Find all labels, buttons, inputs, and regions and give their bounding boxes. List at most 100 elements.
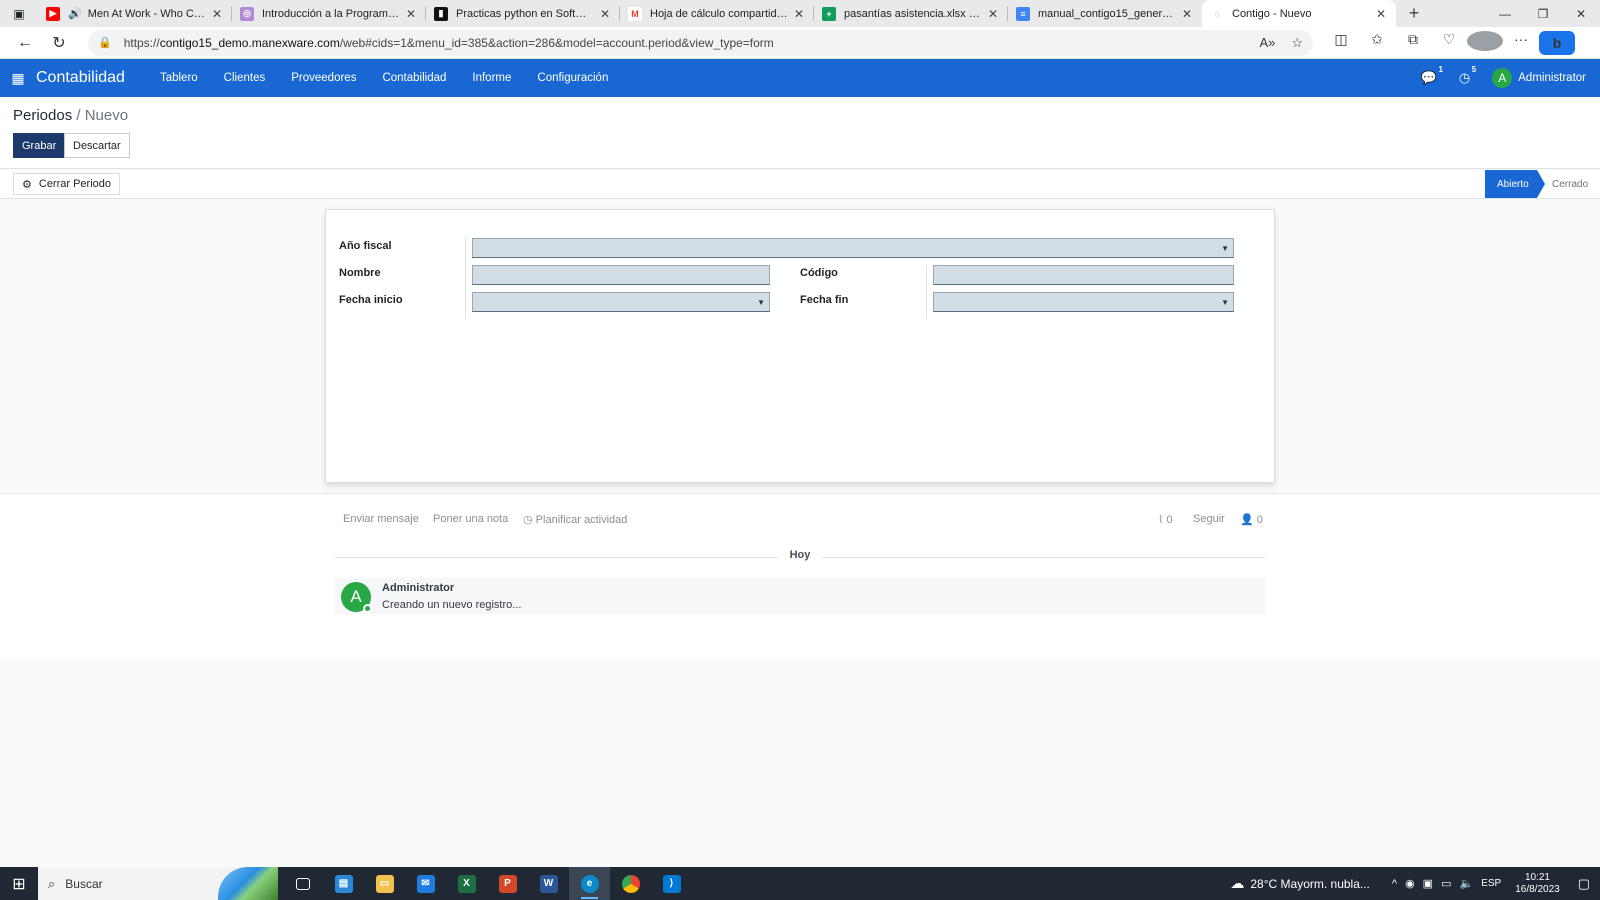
cloud-icon: ☁	[1230, 875, 1245, 891]
back-icon[interactable]: ←	[8, 29, 42, 57]
menu-tablero[interactable]: Tablero	[147, 72, 211, 84]
browser-tab[interactable]: M Hoja de cálculo compartida cont ✕	[620, 0, 814, 27]
notifications-icon[interactable]: ▢	[1578, 876, 1590, 892]
close-tab-icon[interactable]: ✕	[598, 7, 612, 21]
schedule-activity-button[interactable]: ◷ Planificar actividad	[523, 513, 627, 526]
menu-configuracion[interactable]: Configuración	[524, 72, 621, 84]
form-statusbar: ⚙ Cerrar Periodo Abierto Cerrado	[0, 170, 1600, 199]
browser-tab[interactable]: + pasantías asistencia.xlsx - Hojas ✕	[814, 0, 1008, 27]
close-tab-icon[interactable]: ✕	[1180, 7, 1194, 21]
messages-icon[interactable]: 💬 1	[1421, 65, 1443, 86]
lock-icon[interactable]: 🔒	[98, 36, 112, 49]
store-icon[interactable]: ▤	[323, 867, 364, 900]
browser-essentials-icon[interactable]: ♡	[1431, 31, 1467, 55]
log-note-button[interactable]: Poner una nota	[433, 513, 508, 525]
close-window-icon[interactable]: ✕	[1562, 0, 1600, 27]
read-aloud-icon[interactable]: A»	[1259, 35, 1275, 50]
network-icon[interactable]: ▭	[1441, 877, 1451, 890]
fiscal-year-label: Año fiscal	[339, 240, 392, 252]
chevron-down-icon: ▼	[1221, 298, 1229, 307]
volume-icon[interactable]: 🔈	[1459, 877, 1473, 890]
minimize-icon[interactable]: —	[1486, 0, 1524, 27]
gear-icon: ⚙	[22, 178, 32, 191]
speaker-icon[interactable]: 🔊	[68, 7, 82, 20]
code-field[interactable]	[933, 265, 1234, 285]
send-message-button[interactable]: Enviar mensaje	[343, 513, 419, 525]
attachments-button[interactable]: ⌇ 0	[1158, 513, 1173, 526]
favorites-icon[interactable]: ✩	[1359, 31, 1395, 55]
control-panel: Periodos / Nuevo Grabar Descartar	[0, 97, 1600, 169]
antivirus-icon[interactable]: ▣	[1423, 877, 1433, 890]
excel-icon[interactable]: X	[446, 867, 487, 900]
weather-widget[interactable]: ☁ 28°C Mayorm. nubla...	[1230, 875, 1370, 892]
app-title[interactable]: Contabilidad	[36, 69, 125, 87]
form-sheet: Año fiscal ▼ Nombre Código Fecha inicio …	[325, 209, 1275, 483]
browser-tab[interactable]: ▮ Practicas python en Software Pr ✕	[426, 0, 620, 27]
search-highlight-image	[218, 867, 278, 900]
task-view-icon[interactable]	[282, 867, 323, 900]
apps-grid-icon[interactable]: ▦	[0, 70, 36, 87]
close-tab-icon[interactable]: ✕	[404, 7, 418, 21]
follow-button[interactable]: Seguir	[1193, 513, 1225, 525]
windows-start-icon[interactable]: ⊞	[0, 874, 38, 894]
code-label: Código	[800, 267, 838, 279]
menu-contabilidad[interactable]: Contabilidad	[369, 72, 459, 84]
fiscal-year-select[interactable]: ▼	[472, 238, 1234, 258]
close-period-button[interactable]: ⚙ Cerrar Periodo	[13, 173, 121, 195]
address-bar-row: ← ↻ 🔒 https://contigo15_demo.manexware.c…	[0, 27, 1600, 59]
gmail-icon: M	[628, 6, 642, 21]
name-field[interactable]	[472, 265, 770, 285]
bing-icon[interactable]: b	[1539, 30, 1575, 55]
save-button[interactable]: Grabar	[13, 133, 66, 158]
chatter-message: A Administrator Creando un nuevo registr…	[335, 578, 1265, 614]
chevron-down-icon: ▼	[757, 298, 765, 307]
menu-informe[interactable]: Informe	[459, 72, 524, 84]
stage-open[interactable]: Abierto	[1485, 170, 1545, 198]
vscode-icon[interactable]: ⟩	[651, 867, 692, 900]
sheets-icon: +	[822, 6, 836, 21]
date-start-field[interactable]: ▼	[472, 292, 770, 312]
restore-icon[interactable]: ❐	[1524, 0, 1562, 27]
collections-icon[interactable]: ⧉	[1395, 31, 1431, 55]
mail-icon[interactable]: ✉	[405, 867, 446, 900]
followers-button[interactable]: 👤 0	[1240, 513, 1263, 526]
message-body: Creando un nuevo registro...	[382, 599, 522, 611]
tab-actions-icon[interactable]: ▣	[0, 0, 38, 27]
menu-proveedores[interactable]: Proveedores	[278, 72, 369, 84]
split-screen-icon[interactable]: ◫	[1323, 31, 1359, 55]
browser-tab-active[interactable]: ◌ Contigo - Nuevo ✕	[1202, 0, 1396, 27]
close-tab-icon[interactable]: ✕	[792, 7, 806, 21]
url-input[interactable]: 🔒 https://contigo15_demo.manexware.com/w…	[88, 29, 1313, 56]
browser-tab[interactable]: ≡ manual_contigo15_general.docx ✕	[1008, 0, 1202, 27]
message-author[interactable]: Administrator	[382, 582, 454, 594]
discard-button[interactable]: Descartar	[64, 133, 130, 158]
chrome-icon[interactable]	[610, 867, 651, 900]
browser-tab[interactable]: ▶ 🔊 Men At Work - Who Can It ✕	[38, 0, 232, 27]
date-end-field[interactable]: ▼	[933, 292, 1234, 312]
chevron-up-icon[interactable]: ^	[1392, 878, 1397, 890]
favorite-star-icon[interactable]: ☆	[1291, 35, 1303, 51]
youtube-icon: ▶	[46, 6, 60, 21]
breadcrumb-parent[interactable]: Periodos	[13, 107, 72, 124]
user-menu[interactable]: A Administrator	[1492, 68, 1586, 88]
activities-icon[interactable]: ◷ 5	[1459, 65, 1476, 86]
clock[interactable]: 10:21 16/8/2023	[1515, 872, 1560, 896]
new-tab-icon[interactable]: +	[1396, 0, 1432, 27]
file-explorer-icon[interactable]: ▭	[364, 867, 405, 900]
close-tab-icon[interactable]: ✕	[210, 7, 224, 21]
more-menu-icon[interactable]: ···	[1503, 31, 1539, 55]
webcam-icon[interactable]: ◉	[1405, 877, 1415, 890]
close-tab-icon[interactable]: ✕	[1374, 7, 1388, 21]
word-icon[interactable]: W	[528, 867, 569, 900]
menu-clientes[interactable]: Clientes	[211, 72, 279, 84]
taskbar-search[interactable]: ⌕ Buscar	[38, 867, 278, 900]
search-icon: ⌕	[48, 875, 56, 891]
language-indicator[interactable]: ESP	[1481, 878, 1501, 889]
close-tab-icon[interactable]: ✕	[986, 7, 1000, 21]
powerpoint-icon[interactable]: P	[487, 867, 528, 900]
edge-icon[interactable]: e	[569, 867, 610, 900]
browser-tab[interactable]: ◎ Introducción a la Programación ✕	[232, 0, 426, 27]
stage-closed[interactable]: Cerrado	[1552, 170, 1588, 198]
refresh-icon[interactable]: ↻	[42, 29, 76, 57]
profile-icon[interactable]	[1467, 30, 1503, 55]
